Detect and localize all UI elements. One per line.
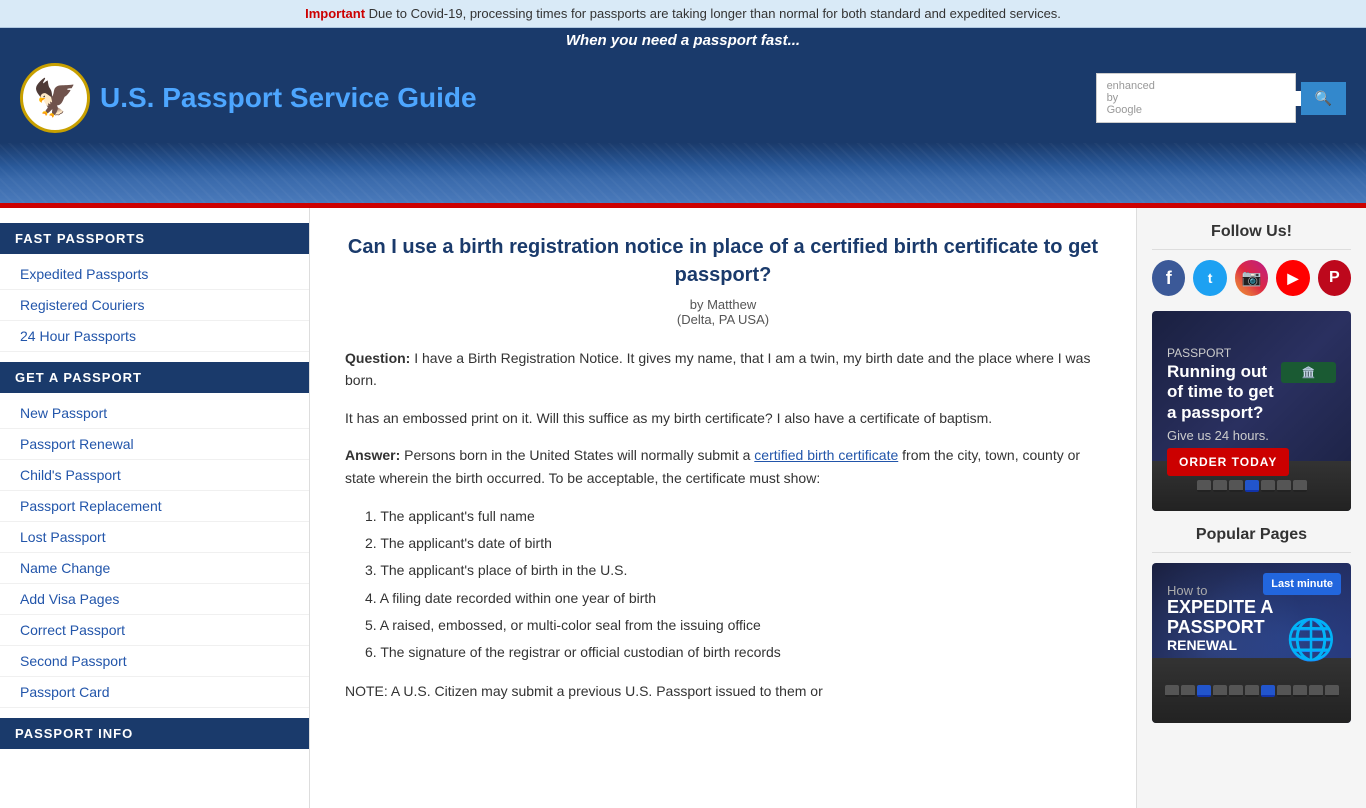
certified-birth-cert-link[interactable]: certified birth certificate — [754, 447, 898, 463]
sidebar-item-new-passport[interactable]: New Passport — [0, 398, 309, 429]
question-label: Question: — [345, 350, 410, 366]
social-icons-row: f t 📷 ▶ P — [1152, 260, 1351, 296]
ad-seal-icon: 🏛️ — [1281, 362, 1336, 383]
answer-text: Persons born in the United States will n… — [404, 447, 754, 463]
author-location: (Delta, PA USA) — [677, 312, 769, 327]
passport-info-section: PASSPORT INFO — [0, 718, 309, 749]
right-sidebar: Follow Us! f t 📷 ▶ P PASSPORT — [1136, 208, 1366, 808]
sidebar-item-registered-couriers[interactable]: Registered Couriers — [0, 290, 309, 321]
ad-line2: of time to get — [1167, 382, 1274, 402]
fast-passports-section: FAST PASSPORTS Expedited Passports Regis… — [0, 223, 309, 352]
sidebar-item-passport-renewal[interactable]: Passport Renewal — [0, 429, 309, 460]
ad-banner: PASSPORT Running out of time to get a pa… — [1152, 311, 1351, 511]
list-item: 1. The applicant's full name — [365, 504, 1101, 529]
key — [1213, 480, 1227, 492]
eagle-icon: 🦅 — [33, 77, 78, 119]
alert-important-label: Important — [305, 6, 365, 21]
sidebar-item-second-passport[interactable]: Second Passport — [0, 646, 309, 677]
main-layout: FAST PASSPORTS Expedited Passports Regis… — [0, 208, 1366, 808]
sidebar-item-passport-card[interactable]: Passport Card — [0, 677, 309, 708]
passport-info-title: PASSPORT INFO — [0, 718, 309, 749]
hero-banner — [0, 143, 1366, 203]
sidebar-item-correct-passport[interactable]: Correct Passport — [0, 615, 309, 646]
globe-icon: 🌐 — [1286, 616, 1336, 663]
question-paragraph-2: It has an embossed print on it. Will thi… — [345, 407, 1101, 429]
author-info: by Matthew (Delta, PA USA) — [345, 297, 1101, 327]
fast-passports-title: FAST PASSPORTS — [0, 223, 309, 254]
ad-line3: a passport? — [1167, 403, 1274, 423]
question-text: I have a Birth Registration Notice. It g… — [345, 350, 1090, 388]
ad-line1: Running out — [1167, 362, 1274, 382]
sidebar-item-name-change[interactable]: Name Change — [0, 553, 309, 584]
search-input[interactable] — [1160, 91, 1310, 106]
youtube-icon[interactable]: ▶ — [1276, 260, 1309, 296]
search-button[interactable]: 🔍 — [1301, 82, 1346, 115]
popular-how-label: How to — [1167, 583, 1336, 598]
search-input-wrap: enhanced by Google — [1096, 73, 1296, 123]
pinterest-icon[interactable]: P — [1318, 260, 1351, 296]
enhanced-by-label: enhanced by Google — [1107, 80, 1155, 116]
alert-bar: Important Due to Covid-19, processing ti… — [0, 0, 1366, 28]
key — [1197, 480, 1211, 492]
logo-circle: 🦅 — [20, 63, 90, 133]
requirements-list: 1. The applicant's full name 2. The appl… — [365, 504, 1101, 665]
key-blue — [1245, 480, 1259, 492]
sidebar-item-childs-passport[interactable]: Child's Passport — [0, 460, 309, 491]
sidebar-item-lost-passport[interactable]: Lost Passport — [0, 522, 309, 553]
get-passport-section: GET A PASSPORT New Passport Passport Ren… — [0, 362, 309, 708]
content-note: NOTE: A U.S. Citizen may submit a previo… — [345, 680, 1101, 702]
key — [1229, 480, 1243, 492]
page-title: Can I use a birth registration notice in… — [345, 233, 1101, 289]
instagram-icon[interactable]: 📷 — [1235, 260, 1268, 296]
list-item: 5. A raised, embossed, or multi-color se… — [365, 613, 1101, 638]
list-item: 4. A filing date recorded within one yea… — [365, 586, 1101, 611]
follow-us-title: Follow Us! — [1152, 223, 1351, 250]
question-paragraph: Question: I have a Birth Registration No… — [345, 347, 1101, 392]
list-item: 3. The applicant's place of birth in the… — [365, 558, 1101, 583]
popular-page-thumb[interactable]: How to EXPEDITE APASSPORT RENEWAL Last m… — [1152, 563, 1351, 723]
answer-label: Answer: — [345, 447, 400, 463]
list-item: 2. The applicant's date of birth — [365, 531, 1101, 556]
answer-paragraph: Answer: Persons born in the United State… — [345, 444, 1101, 489]
logo-text: U.S. Passport Service Guide — [100, 82, 477, 114]
ad-subtext: Give us 24 hours. — [1167, 428, 1336, 443]
sidebar-item-add-visa-pages[interactable]: Add Visa Pages — [0, 584, 309, 615]
logo-text-main: U.S. Passport Service Guide — [100, 82, 477, 113]
get-passport-title: GET A PASSPORT — [0, 362, 309, 393]
sidebar-item-expedited-passports[interactable]: Expedited Passports — [0, 259, 309, 290]
left-sidebar: FAST PASSPORTS Expedited Passports Regis… — [0, 208, 310, 808]
question-text-2: It has an embossed print on it. Will thi… — [345, 410, 992, 426]
facebook-icon[interactable]: f — [1152, 260, 1185, 296]
ad-passport-label: PASSPORT — [1167, 346, 1336, 360]
twitter-icon[interactable]: t — [1193, 260, 1226, 296]
list-item: 6. The signature of the registrar or off… — [365, 640, 1101, 665]
popular-pages-title: Popular Pages — [1152, 526, 1351, 553]
logo-area: 🦅 U.S. Passport Service Guide — [20, 63, 477, 133]
key — [1293, 480, 1307, 492]
main-content: Can I use a birth registration notice in… — [310, 208, 1136, 808]
alert-message: Due to Covid-19, processing times for pa… — [369, 6, 1061, 21]
order-today-button[interactable]: ORDER TODAY — [1167, 448, 1289, 476]
key — [1261, 480, 1275, 492]
sidebar-item-24-hour-passports[interactable]: 24 Hour Passports — [0, 321, 309, 352]
author-name: by Matthew — [690, 297, 756, 312]
key — [1277, 480, 1291, 492]
header-tagline: When you need a passport fast... — [566, 32, 800, 49]
header: 🦅 U.S. Passport Service Guide enhanced b… — [0, 53, 1366, 143]
sidebar-item-passport-replacement[interactable]: Passport Replacement — [0, 491, 309, 522]
search-area: enhanced by Google 🔍 — [1096, 73, 1346, 123]
